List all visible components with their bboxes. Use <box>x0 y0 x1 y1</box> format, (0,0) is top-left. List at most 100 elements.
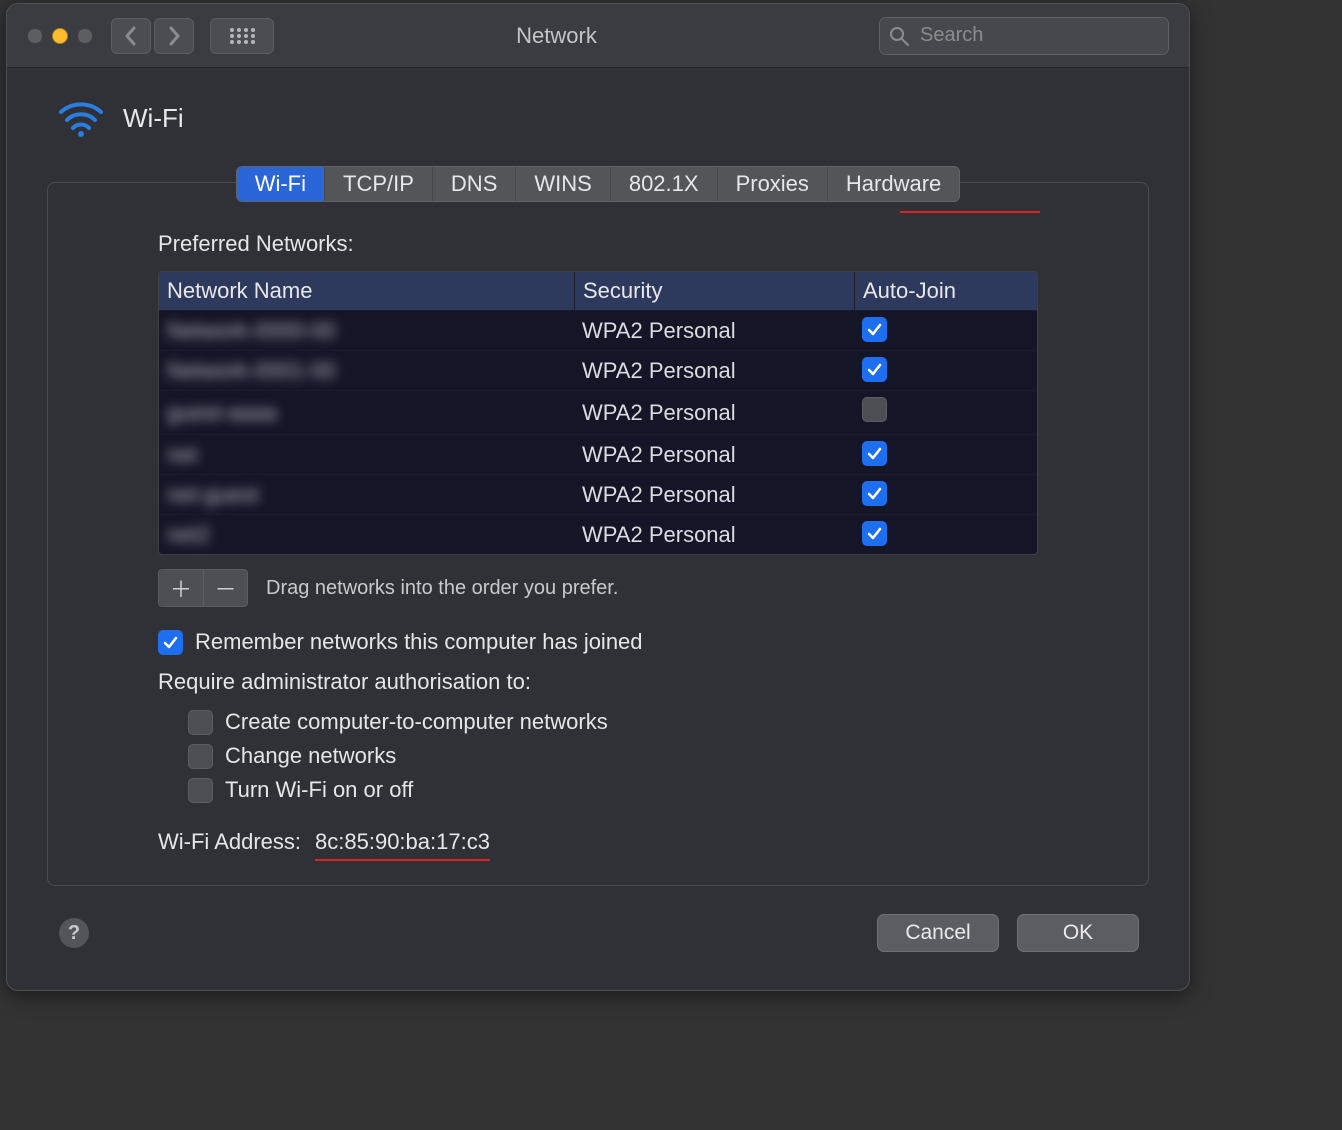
autojoin-checkbox[interactable] <box>862 441 887 466</box>
require-admin-list: Create computer-to-computer networks Chan… <box>188 709 1038 803</box>
require-row[interactable]: Create computer-to-computer networks <box>188 709 1038 735</box>
col-header-name[interactable]: Network Name <box>159 272 574 310</box>
table-row[interactable]: netWPA2 Personal <box>159 434 1037 474</box>
cell-network-name: guest-aaaa <box>159 394 574 432</box>
zoom-icon[interactable] <box>77 28 93 44</box>
autojoin-checkbox[interactable] <box>862 521 887 546</box>
network-prefs-window: Network Wi-Fi Wi-FiTCP/IPDNSWINS802.1XPr… <box>6 3 1190 991</box>
page-title: Wi-Fi <box>123 103 184 134</box>
forward-button[interactable] <box>154 18 194 54</box>
help-button[interactable]: ? <box>59 918 89 948</box>
tab-proxies[interactable]: Proxies <box>717 167 827 201</box>
table-row[interactable]: guest-aaaaWPA2 Personal <box>159 390 1037 434</box>
cell-network-name: net-guest <box>159 476 574 514</box>
table-row[interactable]: net2WPA2 Personal <box>159 514 1037 554</box>
require-checkbox[interactable] <box>188 710 213 735</box>
wifi-address-label: Wi-Fi Address: <box>158 829 301 855</box>
require-admin-title: Require administrator authorisation to: <box>158 669 1038 695</box>
plus-icon: ＋ <box>170 572 192 604</box>
table-row[interactable]: Network-0001-00WPA2 Personal <box>159 350 1037 390</box>
show-all-button[interactable] <box>210 18 274 54</box>
footer: ? Cancel OK <box>47 914 1149 952</box>
cancel-button[interactable]: Cancel <box>877 914 999 952</box>
drag-hint: Drag networks into the order you prefer. <box>266 577 618 600</box>
cell-security: WPA2 Personal <box>574 312 854 350</box>
tabs-row: Wi-FiTCP/IPDNSWINS802.1XProxiesHardware <box>47 166 1149 202</box>
col-header-security[interactable]: Security <box>574 272 854 310</box>
footer-buttons: Cancel OK <box>877 914 1139 952</box>
tab-tcpip[interactable]: TCP/IP <box>324 167 432 201</box>
tab-8021x[interactable]: 802.1X <box>610 167 717 201</box>
require-checkbox[interactable] <box>188 744 213 769</box>
require-label: Create computer-to-computer networks <box>225 709 608 735</box>
cell-security: WPA2 Personal <box>574 352 854 390</box>
search-input[interactable] <box>879 17 1169 55</box>
wifi-address-value: 8c:85:90:ba:17:c3 <box>315 829 490 854</box>
chevron-left-icon <box>124 26 138 46</box>
tab-hardware[interactable]: Hardware <box>827 167 959 201</box>
ok-button[interactable]: OK <box>1017 914 1139 952</box>
require-label: Turn Wi-Fi on or off <box>225 777 413 803</box>
back-button[interactable] <box>111 18 151 54</box>
remember-networks-label: Remember networks this computer has join… <box>195 629 643 655</box>
tab-wins[interactable]: WINS <box>515 167 609 201</box>
cell-network-name: net <box>159 436 574 474</box>
autojoin-checkbox[interactable] <box>862 397 887 422</box>
remove-network-button[interactable]: － <box>203 570 247 606</box>
cell-security: WPA2 Personal <box>574 436 854 474</box>
mac-underline-annotation <box>315 859 490 861</box>
search-icon <box>889 26 909 46</box>
window-title: Network <box>284 23 869 49</box>
cell-autojoin <box>854 515 1037 554</box>
tabs-segmented: Wi-FiTCP/IPDNSWINS802.1XProxiesHardware <box>236 166 961 202</box>
table-row[interactable]: Network-0000-00WPA2 Personal <box>159 311 1037 350</box>
remember-networks-row[interactable]: Remember networks this computer has join… <box>158 629 1038 655</box>
autojoin-checkbox[interactable] <box>862 357 887 382</box>
table-body: Network-0000-00WPA2 PersonalNetwork-0001… <box>159 311 1037 554</box>
remember-networks-checkbox[interactable] <box>158 630 183 655</box>
cell-network-name: net2 <box>159 516 574 554</box>
hardware-underline-annotation <box>900 211 1040 213</box>
wifi-address-row: Wi-Fi Address: 8c:85:90:ba:17:c3 <box>158 829 1038 855</box>
preferred-networks-table: Network Name Security Auto-Join Network-… <box>158 271 1038 555</box>
require-row[interactable]: Turn Wi-Fi on or off <box>188 777 1038 803</box>
traffic-lights <box>27 28 93 44</box>
require-checkbox[interactable] <box>188 778 213 803</box>
cell-security: WPA2 Personal <box>574 394 854 432</box>
cell-network-name: Network-0000-00 <box>159 312 574 350</box>
search-field-wrapper <box>879 17 1169 55</box>
add-remove-row: ＋ － Drag networks into the order you pre… <box>158 569 1038 607</box>
chevron-right-icon <box>167 26 181 46</box>
cell-autojoin <box>854 391 1037 434</box>
table-header-row: Network Name Security Auto-Join <box>159 272 1037 311</box>
cell-autojoin <box>854 311 1037 350</box>
table-row[interactable]: net-guestWPA2 Personal <box>159 474 1037 514</box>
cell-autojoin <box>854 475 1037 514</box>
require-row[interactable]: Change networks <box>188 743 1038 769</box>
add-remove-buttons: ＋ － <box>158 569 248 607</box>
tab-wifi[interactable]: Wi-Fi <box>237 167 324 201</box>
cell-security: WPA2 Personal <box>574 476 854 514</box>
autojoin-checkbox[interactable] <box>862 317 887 342</box>
grid-icon <box>228 26 256 46</box>
titlebar: Network <box>7 4 1189 68</box>
page-header: Wi-Fi <box>57 98 1149 138</box>
require-label: Change networks <box>225 743 396 769</box>
wifi-icon <box>57 98 105 138</box>
wifi-panel: Preferred Networks: Network Name Securit… <box>47 182 1149 886</box>
col-header-autojoin[interactable]: Auto-Join <box>854 272 1037 310</box>
minus-icon: － <box>214 572 236 604</box>
preferred-networks-title: Preferred Networks: <box>158 231 1038 257</box>
cell-autojoin <box>854 435 1037 474</box>
nav-buttons <box>111 18 194 54</box>
add-network-button[interactable]: ＋ <box>159 570 203 606</box>
tab-dns[interactable]: DNS <box>432 167 515 201</box>
minimize-icon[interactable] <box>52 28 68 44</box>
cell-autojoin <box>854 351 1037 390</box>
cell-security: WPA2 Personal <box>574 516 854 554</box>
cell-network-name: Network-0001-00 <box>159 352 574 390</box>
help-icon: ? <box>68 922 80 945</box>
close-icon[interactable] <box>27 28 43 44</box>
autojoin-checkbox[interactable] <box>862 481 887 506</box>
window-body: Wi-Fi Wi-FiTCP/IPDNSWINS802.1XProxiesHar… <box>7 68 1189 972</box>
